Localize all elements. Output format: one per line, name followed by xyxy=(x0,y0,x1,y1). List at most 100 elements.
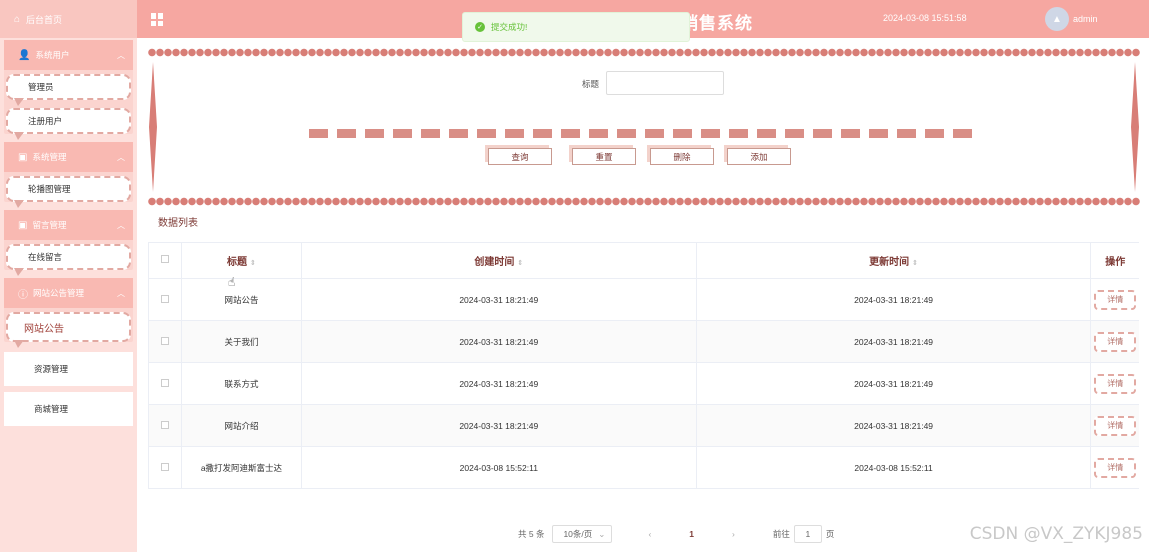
home-icon: ⌂ xyxy=(14,13,21,25)
sidebar-item-announcements[interactable]: 网站公告 xyxy=(6,312,131,348)
prev-page-button[interactable]: ‹ xyxy=(648,529,651,539)
select-all-checkbox[interactable] xyxy=(160,255,169,263)
menu-head-system-management[interactable]: ▣ 系统管理 ︿ xyxy=(4,142,133,172)
cell-title: 网站介绍 xyxy=(181,404,302,447)
sidebar-item-registered-users[interactable]: 注册用户 xyxy=(6,108,131,140)
row-checkbox[interactable] xyxy=(160,294,169,303)
table-row: 网站介绍 2024-03-31 18:21:49 2024-03-31 18:2… xyxy=(148,404,1139,447)
sidebar-item-mall[interactable]: 商城管理 xyxy=(4,392,133,426)
search-panel: 标题 查询 重置 删除 添加 xyxy=(148,48,1140,206)
picture-icon: ▣ xyxy=(18,219,28,231)
title-filter-input[interactable] xyxy=(606,71,724,95)
mouse-cursor-icon: ☝ xyxy=(228,275,236,289)
toast-message: 提交成功! xyxy=(491,22,528,32)
column-header-title[interactable]: 标题 ⇕ xyxy=(181,242,302,279)
next-page-button[interactable]: › xyxy=(732,529,735,539)
detail-button[interactable]: 详情 xyxy=(1094,373,1137,394)
avatar-icon[interactable]: ▲ xyxy=(1045,7,1069,31)
query-button[interactable]: 查询 xyxy=(488,148,552,165)
cell-created: 2024-03-31 18:21:49 xyxy=(301,278,697,321)
sidebar-home-label: 后台首页 xyxy=(26,14,63,25)
sidebar-home[interactable]: ⌂ 后台首页 xyxy=(0,0,137,38)
cell-created: 2024-03-31 18:21:49 xyxy=(301,404,697,447)
menu-group-messages: ▣ 留言管理 ︿ 在线留言 xyxy=(4,210,133,276)
cell-title: 关于我们 xyxy=(181,320,302,363)
menu-head-messages[interactable]: ▣ 留言管理 ︿ xyxy=(4,210,133,240)
page-suffix: 页 xyxy=(825,529,835,539)
goto-label: 前往 xyxy=(772,529,790,539)
cell-created: 2024-03-08 15:52:11 xyxy=(301,446,697,489)
cell-updated: 2024-03-31 18:21:49 xyxy=(696,278,1092,321)
menu-group-announcements: ⓘ 网站公告管理 ︿ 网站公告 xyxy=(4,278,133,348)
chevron-up-icon: ︿ xyxy=(117,220,125,230)
chevron-down-icon: ⌄ xyxy=(598,528,606,539)
chevron-up-icon: ︿ xyxy=(117,152,125,162)
detail-button[interactable]: 详情 xyxy=(1094,331,1137,352)
delete-button[interactable]: 删除 xyxy=(650,148,714,165)
user-icon: 👤 xyxy=(18,49,31,61)
menu-head-label: 网站公告管理 xyxy=(33,288,85,298)
add-button[interactable]: 添加 xyxy=(727,148,791,165)
cell-title: 网站公告 xyxy=(181,278,302,321)
column-header-actions: 操作 xyxy=(1090,242,1139,279)
current-datetime: 2024-03-08 15:51:58 xyxy=(883,13,967,23)
success-toast: ✓ 提交成功! xyxy=(462,12,690,42)
menu-head-system-users[interactable]: 👤 系统用户 ︿ xyxy=(4,40,133,70)
table-row: 网站公告 2024-03-31 18:21:49 2024-03-31 18:2… xyxy=(148,278,1139,321)
row-checkbox[interactable] xyxy=(160,420,169,429)
goto-page-input[interactable]: 1 xyxy=(793,525,822,543)
decorative-border-top xyxy=(148,48,1140,57)
row-checkbox[interactable] xyxy=(160,378,169,387)
cell-created: 2024-03-31 18:21:49 xyxy=(301,362,697,405)
info-icon: ⓘ xyxy=(18,289,28,301)
username[interactable]: admin xyxy=(1073,14,1098,24)
chevron-up-icon: ︿ xyxy=(117,50,125,60)
detail-button[interactable]: 详情 xyxy=(1094,457,1137,478)
picture-icon: ▣ xyxy=(18,151,28,163)
watermark: CSDN @VX_ZYKJ985 xyxy=(969,524,1143,544)
column-header-created[interactable]: 创建时间 ⇕ xyxy=(301,242,697,279)
table-header-row: 标题 ⇕ 创建时间 ⇕ 更新时间 ⇕ 操作 xyxy=(148,242,1139,279)
decorative-border-bottom xyxy=(148,197,1140,206)
sort-icon[interactable]: ⇕ xyxy=(250,260,256,267)
list-title: 数据列表 xyxy=(158,218,198,229)
table-row: a撒打发阿迪斯富士达 2024-03-08 15:52:11 2024-03-0… xyxy=(148,446,1139,489)
detail-button[interactable]: 详情 xyxy=(1094,415,1137,436)
decorative-diamond-right xyxy=(1131,62,1139,192)
cell-updated: 2024-03-31 18:21:49 xyxy=(696,320,1092,363)
menu-head-label: 留言管理 xyxy=(32,220,67,230)
sort-icon[interactable]: ⇕ xyxy=(517,260,523,267)
detail-button[interactable]: 详情 xyxy=(1094,289,1137,310)
cell-title: a撒打发阿迪斯富士达 xyxy=(181,446,302,489)
column-header-updated[interactable]: 更新时间 ⇕ xyxy=(696,242,1092,279)
cell-created: 2024-03-31 18:21:49 xyxy=(301,320,697,363)
sidebar-item-resources[interactable]: 资源管理 xyxy=(4,352,133,386)
sidebar-item-online-messages[interactable]: 在线留言 xyxy=(6,244,131,276)
pagination-total: 共 5 条 xyxy=(518,529,545,539)
menu-head-announcements[interactable]: ⓘ 网站公告管理 ︿ xyxy=(4,278,133,308)
menu-group-system-management: ▣ 系统管理 ︿ 轮播图管理 xyxy=(4,142,133,208)
decorative-diamond-left xyxy=(149,62,157,192)
data-table: 标题 ⇕ 创建时间 ⇕ 更新时间 ⇕ 操作 网站公告 2024-03-31 18:21… xyxy=(148,242,1139,489)
table-row: 关于我们 2024-03-31 18:21:49 2024-03-31 18:2… xyxy=(148,320,1139,363)
sidebar-item-carousel[interactable]: 轮播图管理 xyxy=(6,176,131,208)
table-row: 联系方式 2024-03-31 18:21:49 2024-03-31 18:2… xyxy=(148,362,1139,405)
menu-head-label: 系统用户 xyxy=(35,50,70,60)
page-size-select[interactable]: 10条/页 ⌄ xyxy=(552,525,613,543)
pagination: 共 5 条 10条/页 ⌄ ‹ 1 › 前往 1 页 xyxy=(518,525,834,543)
cell-title: 联系方式 xyxy=(181,362,302,405)
cell-updated: 2024-03-08 15:52:11 xyxy=(696,446,1092,489)
sort-icon[interactable]: ⇕ xyxy=(912,260,918,267)
page-number-current[interactable]: 1 xyxy=(689,529,694,539)
menu-grid-icon[interactable] xyxy=(151,13,164,26)
reset-button[interactable]: 重置 xyxy=(572,148,636,165)
check-circle-icon: ✓ xyxy=(475,22,485,32)
chevron-up-icon: ︿ xyxy=(117,288,125,298)
menu-head-label: 系统管理 xyxy=(32,152,67,162)
row-checkbox[interactable] xyxy=(160,336,169,345)
cell-updated: 2024-03-31 18:21:49 xyxy=(696,404,1092,447)
sidebar-item-admins[interactable]: 管理员 xyxy=(6,74,131,106)
menu-group-system-users: 👤 系统用户 ︿ 管理员 注册用户 xyxy=(4,40,133,140)
row-checkbox[interactable] xyxy=(160,462,169,471)
title-filter-label: 标题 xyxy=(582,79,600,89)
